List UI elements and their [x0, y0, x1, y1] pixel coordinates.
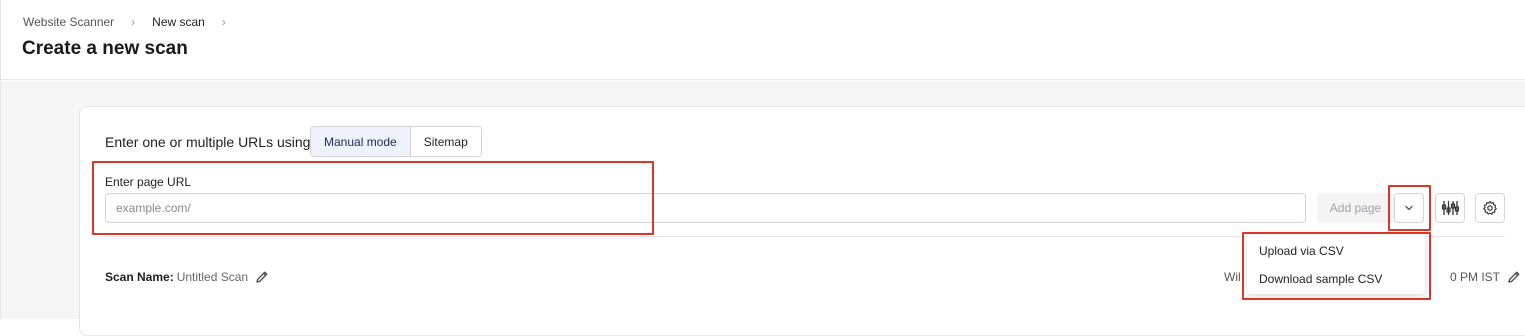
- pencil-icon[interactable]: [1506, 269, 1522, 285]
- settings-button[interactable]: [1475, 193, 1505, 223]
- page-header: Website Scanner › New scan › Create a ne…: [0, 0, 1525, 80]
- sliders-icon: [1441, 201, 1459, 215]
- filter-button[interactable]: [1435, 193, 1465, 223]
- schedule-text-right: 0 PM IST: [1450, 270, 1501, 284]
- csv-dropdown-menu: Upload via CSV Download sample CSV: [1247, 234, 1425, 294]
- menu-item-download-sample-csv[interactable]: Download sample CSV: [1247, 265, 1425, 293]
- pencil-icon[interactable]: [254, 269, 270, 285]
- scan-name-row: Scan Name: Untitled Scan: [105, 269, 270, 285]
- mode-label: Enter one or multiple URLs using: [105, 134, 311, 150]
- dropdown-toggle-button[interactable]: [1394, 193, 1424, 223]
- page-title: Create a new scan: [22, 38, 188, 59]
- breadcrumb-item-website-scanner[interactable]: Website Scanner: [23, 15, 114, 29]
- menu-item-upload-csv[interactable]: Upload via CSV: [1247, 237, 1425, 265]
- url-field-label: Enter page URL: [105, 175, 192, 189]
- chevron-down-icon: [1405, 205, 1413, 211]
- url-input[interactable]: [105, 193, 1306, 223]
- breadcrumb-separator: ›: [221, 15, 226, 29]
- mode-toggle: Manual mode Sitemap: [310, 126, 482, 157]
- breadcrumb: Website Scanner › New scan ›: [23, 15, 243, 29]
- breadcrumb-item-new-scan: New scan: [152, 15, 205, 29]
- gear-icon: [1483, 200, 1497, 215]
- manual-mode-button[interactable]: Manual mode: [311, 127, 411, 156]
- breadcrumb-separator: ›: [131, 15, 136, 29]
- sitemap-button[interactable]: Sitemap: [410, 127, 481, 156]
- scan-name-value: Untitled Scan: [176, 270, 249, 284]
- add-page-button[interactable]: Add page: [1317, 193, 1394, 223]
- scan-name-key: Scan Name:: [105, 270, 174, 284]
